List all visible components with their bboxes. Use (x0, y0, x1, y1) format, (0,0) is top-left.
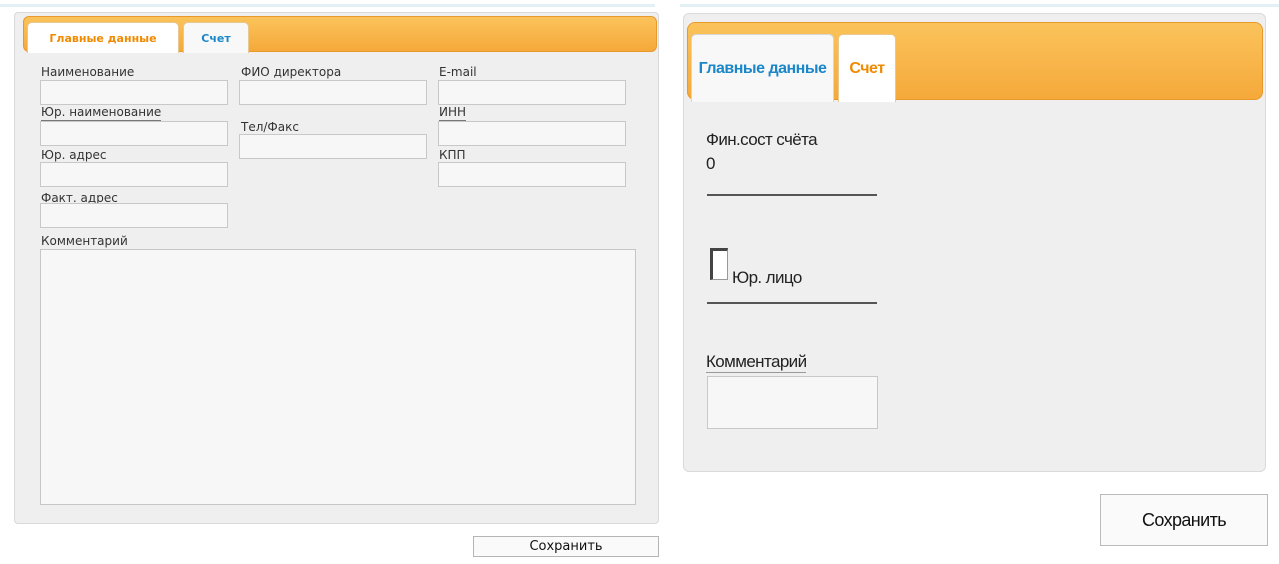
legal-address-input[interactable] (40, 162, 228, 187)
tab-main-data[interactable]: Главные данные (691, 34, 834, 102)
top-strip-left (0, 4, 655, 7)
top-strip-right (680, 4, 1279, 7)
save-button[interactable]: Сохранить (1100, 494, 1268, 546)
comment-label: Комментарий (706, 352, 807, 373)
tab-main-data[interactable]: Главные данные (27, 22, 179, 53)
comment-textarea[interactable] (40, 249, 636, 505)
balance-divider (707, 194, 877, 196)
legal-entity-label: Юр. лицо (732, 268, 802, 287)
legal-entity-checkbox[interactable] (710, 248, 728, 280)
phone-fax-input[interactable] (239, 134, 427, 159)
tab-bar: Главные данные Счет (687, 22, 1263, 102)
balance-value: 0 (706, 154, 715, 173)
actual-address-input[interactable] (40, 203, 228, 228)
email-input[interactable] (438, 80, 626, 105)
legal-name-label: Юр. наименование (41, 105, 162, 121)
director-label: ФИО директора (241, 65, 342, 81)
save-button[interactable]: Сохранить (473, 536, 659, 557)
inn-input[interactable] (438, 121, 626, 146)
legal-entity-divider (707, 302, 877, 304)
email-label: E-mail (439, 65, 477, 81)
director-input[interactable] (239, 80, 427, 105)
main-data-panel: Главные данные Счет Наименование Юр. наи… (14, 12, 659, 524)
tab-account[interactable]: Счет (838, 34, 896, 102)
name-label: Наименование (41, 65, 135, 81)
comment-textarea[interactable] (707, 376, 878, 429)
comment-label: Комментарий (41, 234, 128, 250)
tab-account[interactable]: Счет (183, 22, 249, 53)
legal-name-input[interactable] (40, 121, 228, 146)
name-input[interactable] (40, 80, 228, 105)
tab-bar: Главные данные Счет (23, 16, 657, 53)
kpp-input[interactable] (438, 162, 626, 187)
top-strip (0, 0, 1279, 8)
balance-label: Фин.сост счёта (706, 130, 818, 149)
inn-label: ИНН (439, 105, 467, 121)
